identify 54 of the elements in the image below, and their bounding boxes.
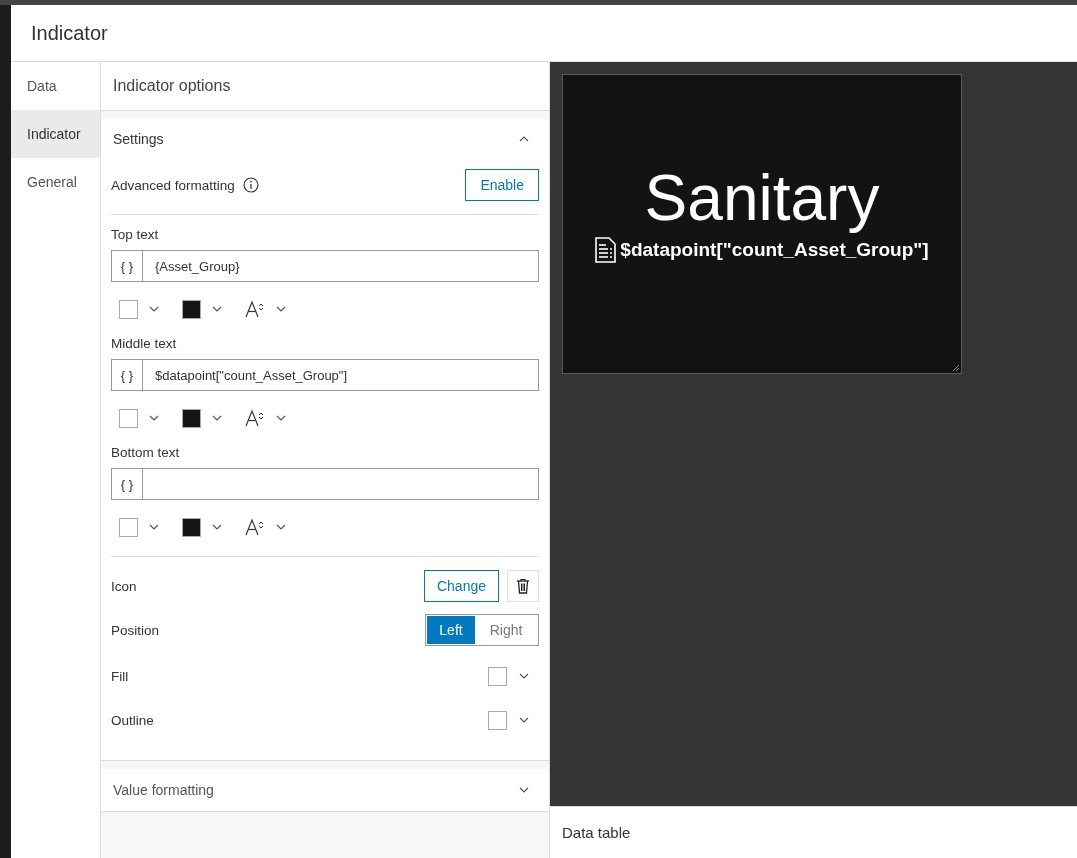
field-label: Top text (111, 227, 160, 242)
chevron-up-icon[interactable] (519, 136, 529, 142)
text-input-field[interactable]: { } $datapoint["count_Asset_Group"] (111, 359, 539, 391)
background-color-swatch[interactable] (119, 408, 138, 428)
font-size-icon[interactable] (245, 409, 265, 427)
resize-handle-icon[interactable] (952, 364, 960, 372)
chevron-down-icon[interactable] (149, 524, 159, 530)
background-color-swatch[interactable] (119, 299, 138, 319)
enable-button[interactable]: Enable (465, 169, 539, 201)
section-title: Value formatting (113, 782, 214, 798)
section-title: Settings (113, 131, 164, 147)
change-button[interactable]: Change (424, 570, 499, 602)
chevron-down-icon[interactable] (212, 306, 222, 312)
indicator-top-text: Sanitary (644, 165, 880, 233)
field-label: Advanced formatting (111, 177, 235, 193)
field-label: Outline (111, 712, 154, 728)
delete-button[interactable] (507, 570, 539, 602)
panel-title: Indicator options (113, 77, 231, 95)
trash-icon (516, 578, 530, 594)
chevron-down-icon[interactable] (212, 415, 222, 421)
expression-toggle[interactable]: { } (112, 251, 143, 281)
font-size-icon[interactable] (245, 518, 265, 536)
document-icon (595, 236, 617, 263)
data-table-title[interactable]: Data table (562, 824, 631, 841)
expression-toggle[interactable]: { } (112, 360, 143, 390)
fill-color-swatch[interactable] (488, 666, 507, 686)
chevron-down-icon[interactable] (276, 415, 286, 421)
text-color-swatch[interactable] (182, 408, 201, 428)
field-label: Middle text (111, 336, 178, 351)
chevron-down-icon[interactable] (519, 717, 529, 723)
text-input-field[interactable]: { } (111, 468, 539, 500)
field-label: Fill (111, 668, 129, 684)
field-label: Icon (111, 578, 137, 594)
indicator-value-text: $datapoint["count_Asset_Group"] (620, 238, 929, 261)
chevron-down-icon[interactable] (276, 306, 286, 312)
info-icon[interactable] (242, 177, 259, 193)
chevron-down-icon[interactable] (276, 524, 286, 530)
text-color-swatch[interactable] (182, 299, 201, 319)
field-label: Bottom text (111, 445, 181, 460)
text-color-swatch[interactable] (182, 517, 201, 537)
chevron-down-icon[interactable] (519, 673, 529, 679)
dialog-title: Indicator (31, 21, 108, 45)
text-input-field[interactable]: { } {Asset_Group} (111, 250, 539, 282)
font-size-icon[interactable] (245, 300, 265, 318)
chevron-down-icon[interactable] (149, 306, 159, 312)
expression-toggle[interactable]: { } (112, 469, 143, 499)
chevron-down-icon[interactable] (149, 415, 159, 421)
chevron-down-icon[interactable] (519, 787, 529, 793)
background-color-swatch[interactable] (119, 517, 138, 537)
position-option[interactable]: Left (427, 616, 475, 644)
field-label: Position (111, 622, 160, 638)
side-tab[interactable]: Indicator (11, 110, 100, 158)
chevron-down-icon[interactable] (212, 524, 222, 530)
outline-color-swatch[interactable] (488, 710, 507, 730)
